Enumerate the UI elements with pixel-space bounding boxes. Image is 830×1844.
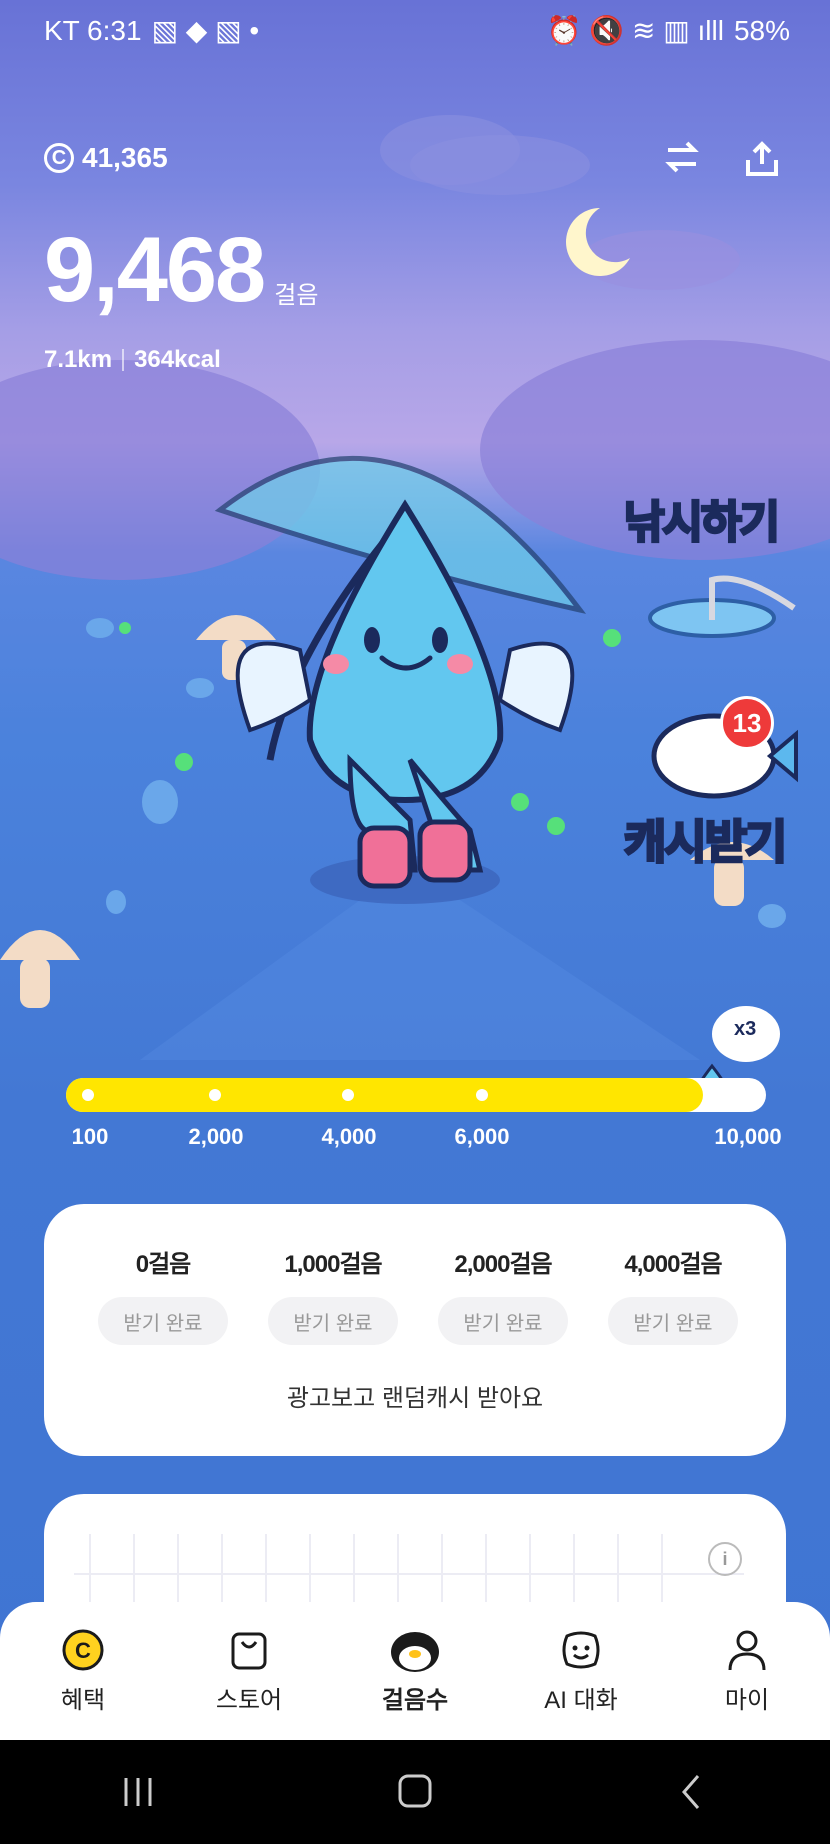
milestone: 4,000걸음 받기 완료 [598, 1244, 748, 1345]
nav-item-steps[interactable]: 걸음수 [332, 1602, 498, 1740]
nav-label: 혜택 [60, 1687, 106, 1714]
nav-item-benefits[interactable]: C 혜택 [0, 1602, 166, 1740]
coin-icon: C [44, 143, 74, 173]
swap-icon[interactable] [664, 140, 700, 174]
walking-scene: KT 6:31 ▧ ◆ ▧ • ⏰ 🔇 ≋ ▥ ılll 58% C 41,36… [0, 0, 830, 1844]
progress-tick: 2,000 [188, 1124, 244, 1149]
battery-level: 58% [733, 14, 790, 46]
fish-multiplier[interactable]: x3 [734, 1018, 756, 1041]
claim-complete-button[interactable]: 받기 완료 [438, 1297, 568, 1345]
milestone-label: 2,000걸음 [454, 1251, 552, 1278]
shopping-bag-icon [231, 1632, 267, 1670]
progress-tick: 100 [71, 1124, 109, 1149]
step-count-number: 9,468 [44, 219, 266, 321]
milestone-label: 1,000걸음 [284, 1251, 382, 1278]
progress-tick: 6,000 [454, 1124, 510, 1149]
progress-tick: 4,000 [321, 1124, 377, 1149]
claim-complete-button[interactable]: 받기 완료 [608, 1297, 738, 1345]
nav-item-my[interactable]: 마이 [664, 1602, 830, 1740]
person-icon [728, 1630, 766, 1671]
coin-amount: 41,365 [82, 142, 168, 173]
claim-complete-button[interactable]: 받기 완료 [98, 1297, 228, 1345]
nav-label: 스토어 [215, 1687, 283, 1714]
progress-dot [209, 1089, 221, 1101]
nav-item-ai-chat[interactable]: AI 대화 [498, 1602, 664, 1740]
svg-text:C: C [75, 1638, 91, 1663]
ad-random-cash-link[interactable]: 광고보고 랜덤캐시 받아요 [44, 1378, 786, 1413]
penguin-icon [391, 1632, 439, 1672]
step-count-unit: 걸음 [274, 282, 319, 309]
milestone-label: 4,000걸음 [624, 1251, 722, 1278]
stats-divider [122, 349, 125, 371]
step-count: 9,468 걸음 [44, 224, 318, 316]
nav-label: 걸음수 [381, 1687, 449, 1714]
progress-dot [476, 1089, 488, 1101]
status-time: KT 6:31 [44, 14, 142, 46]
distance: 7.1km [44, 346, 113, 373]
system-nav-bar [0, 1740, 830, 1844]
recent-apps-icon[interactable] [118, 1774, 158, 1810]
home-icon[interactable] [395, 1774, 435, 1810]
walk-stats: 7.1km 364kcal [44, 346, 221, 374]
calories: 364kcal [134, 346, 221, 373]
bottom-nav: C 혜택 스토어 걸음수 AI 대화 마이 [0, 1602, 830, 1740]
coin-balance[interactable]: C 41,365 [44, 142, 168, 174]
nav-label: 마이 [724, 1687, 770, 1714]
milestone-label: 0걸음 [135, 1251, 192, 1278]
claim-complete-button[interactable]: 받기 완료 [268, 1297, 398, 1345]
progress-dot [342, 1089, 354, 1101]
cash-badge: 13 [720, 696, 774, 750]
milestone: 1,000걸음 받기 완료 [258, 1244, 408, 1345]
progress-tick: 10,000 [714, 1124, 782, 1149]
cash-reward-button[interactable]: 캐시받기 [622, 806, 788, 872]
coin-icon: C [62, 1629, 104, 1671]
back-icon[interactable] [672, 1774, 712, 1810]
fishing-button[interactable]: 낚시하기 [623, 486, 782, 550]
step-progress-fill [66, 1078, 703, 1112]
info-icon[interactable]: i [708, 1542, 742, 1576]
signal-icons: ⏰ 🔇 ≋ ▥ ılll [546, 15, 724, 46]
milestone: 0걸음 받기 완료 [88, 1244, 238, 1345]
milestone: 2,000걸음 받기 완료 [428, 1244, 578, 1345]
nav-item-store[interactable]: 스토어 [166, 1602, 332, 1740]
ai-chat-icon [562, 1631, 600, 1669]
share-icon[interactable] [744, 140, 780, 178]
step-progress-bar [66, 1078, 766, 1112]
reward-card: 0걸음 받기 완료 1,000걸음 받기 완료 2,000걸음 받기 완료 4,… [44, 1204, 786, 1456]
nav-label: AI 대화 [544, 1687, 618, 1714]
status-bar: KT 6:31 ▧ ◆ ▧ • ⏰ 🔇 ≋ ▥ ılll 58% [0, 0, 830, 62]
progress-dot [82, 1089, 94, 1101]
notification-icon: ▧ ◆ ▧ • [151, 15, 260, 46]
